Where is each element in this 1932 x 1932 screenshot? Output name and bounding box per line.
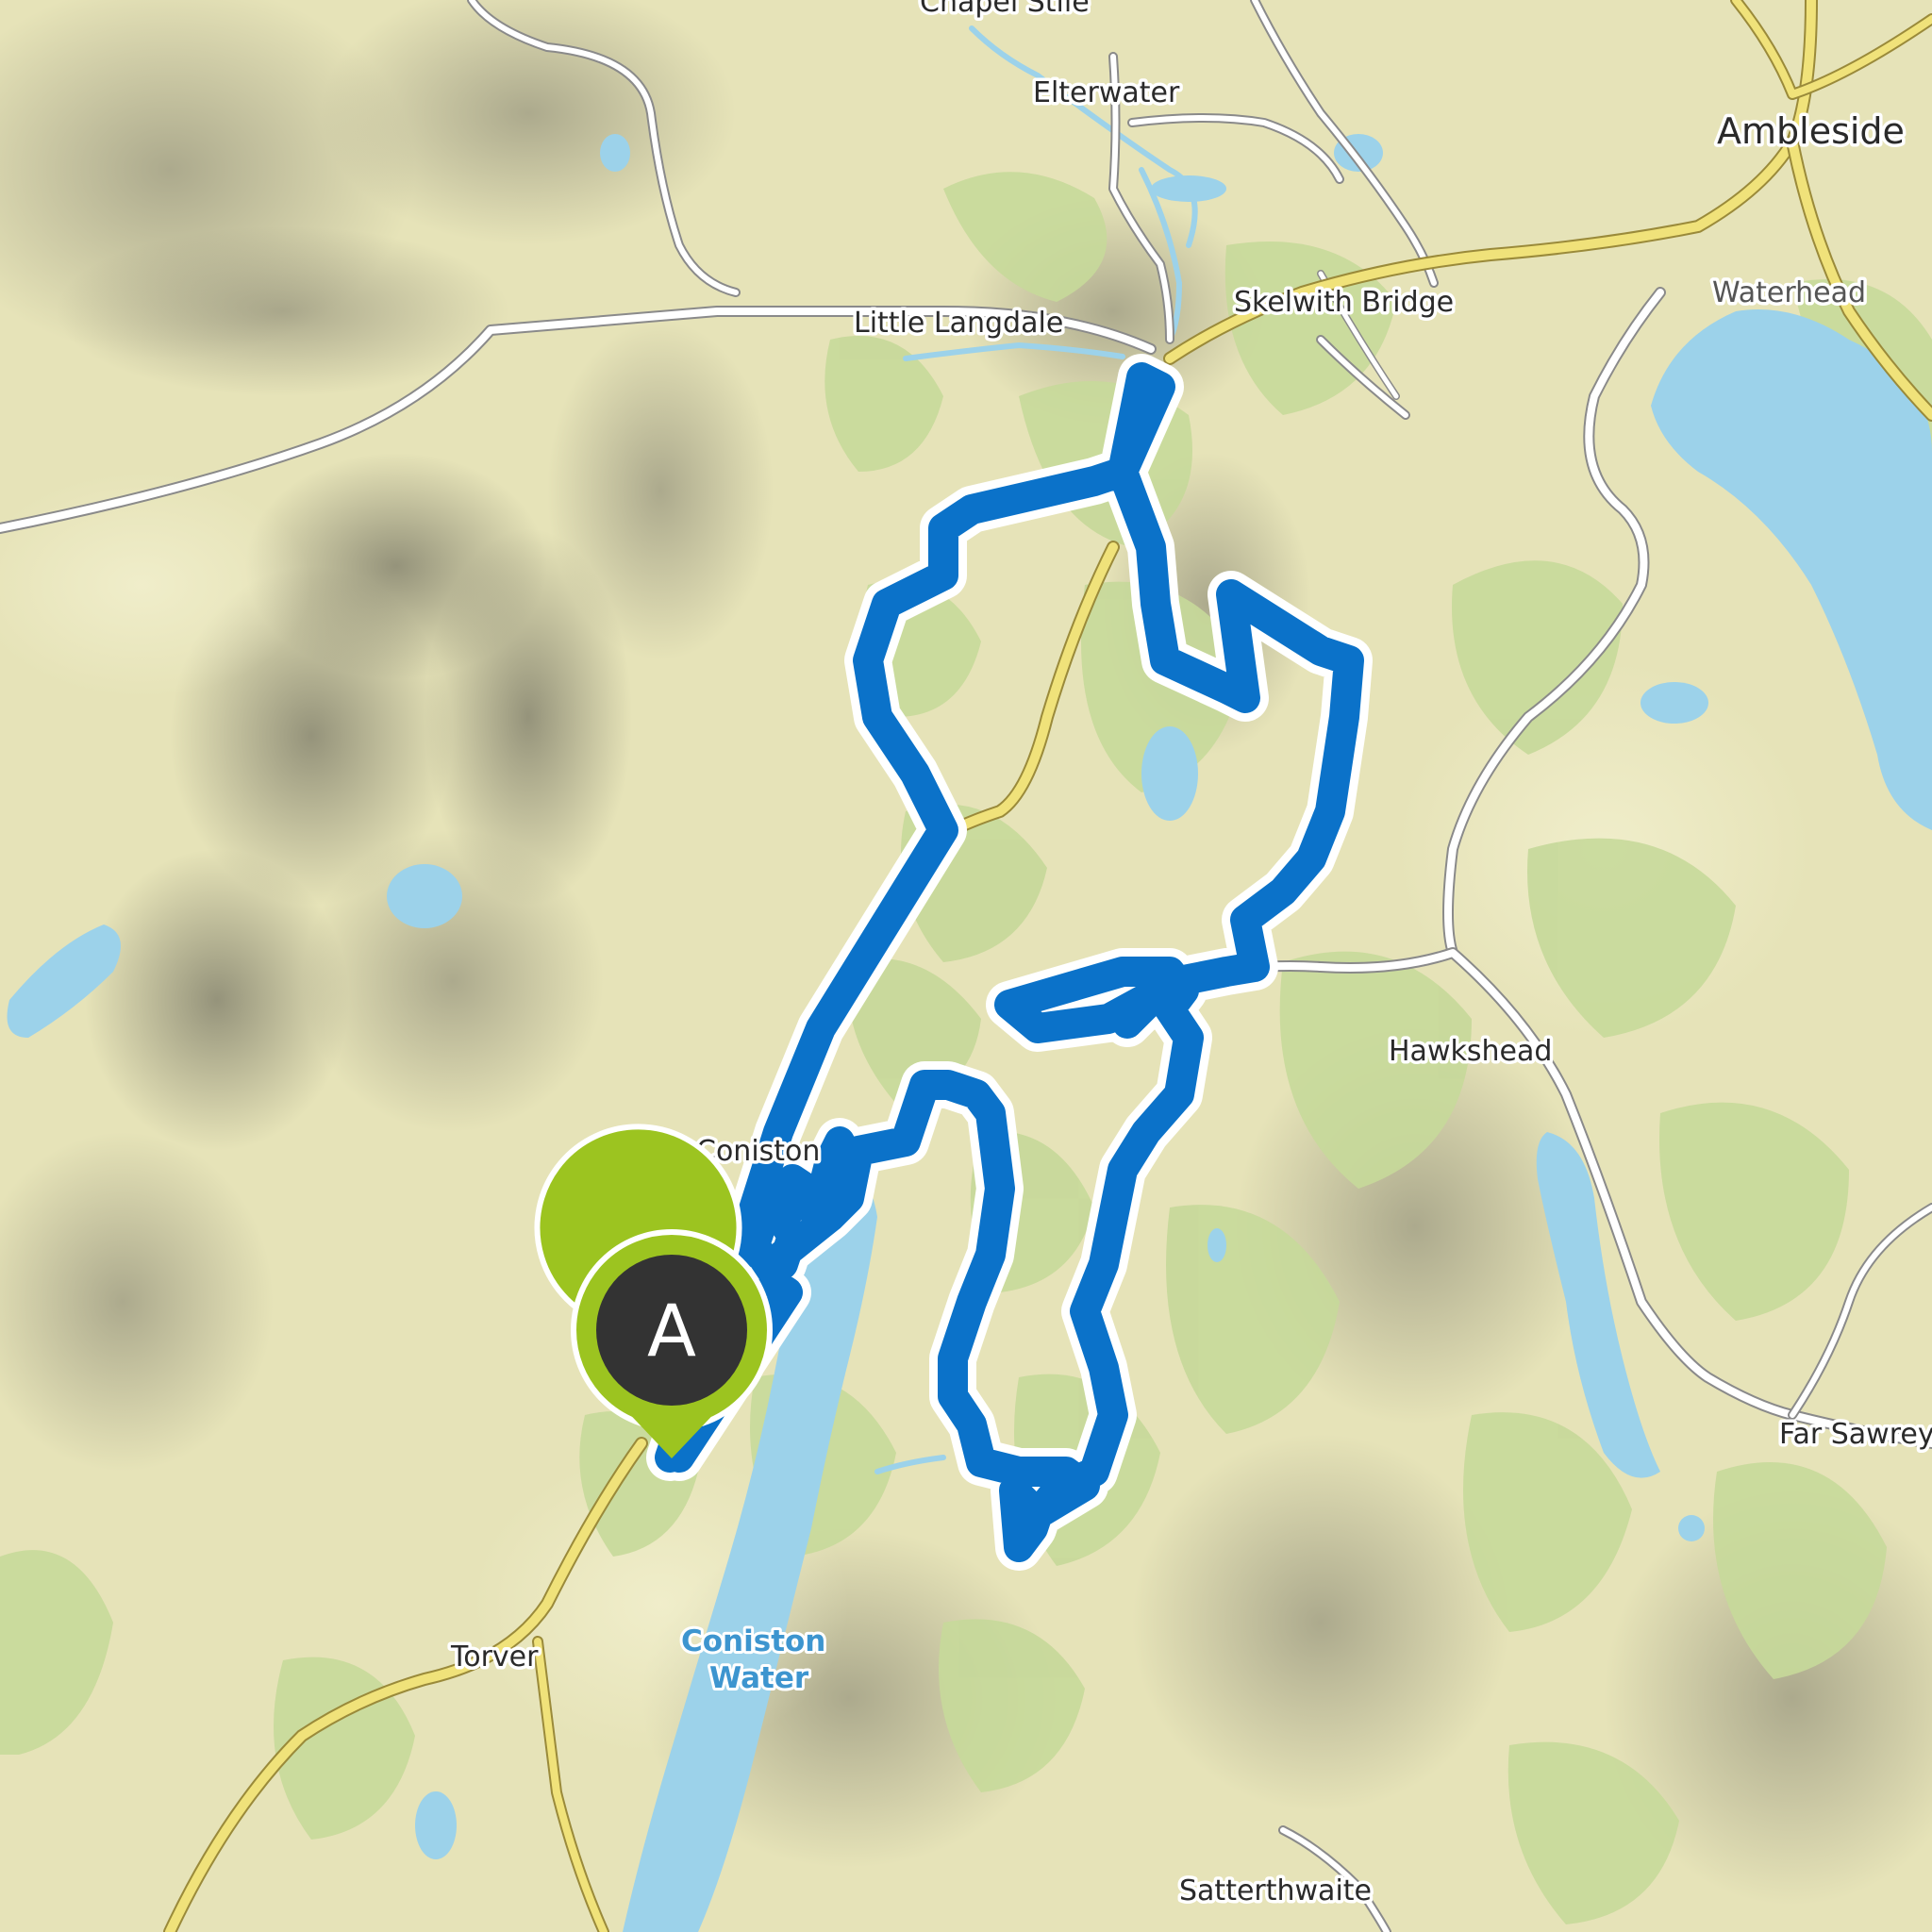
label-elterwater: Elterwater bbox=[1033, 76, 1180, 109]
label-coniston-water-line1: Coniston bbox=[681, 1624, 825, 1658]
label-ambleside: Ambleside bbox=[1717, 110, 1905, 152]
label-little-langdale: Little Langdale bbox=[854, 307, 1063, 340]
label-far-sawrey: Far Sawrey bbox=[1779, 1418, 1932, 1451]
label-hawkshead: Hawkshead bbox=[1389, 1035, 1552, 1068]
map-canvas[interactable]: Chapel Stile Elterwater Ambleside Waterh… bbox=[0, 0, 1932, 1932]
label-satterthwaite: Satterthwaite bbox=[1179, 1874, 1372, 1907]
map-view[interactable]: Chapel Stile Elterwater Ambleside Waterh… bbox=[0, 0, 1932, 1932]
label-waterhead: Waterhead bbox=[1712, 276, 1866, 309]
label-coniston-water-line2: Water bbox=[709, 1661, 809, 1695]
label-torver: Torver bbox=[450, 1641, 539, 1674]
marker-letter: A bbox=[647, 1289, 696, 1373]
tarn-hows bbox=[1141, 726, 1198, 821]
label-chapel-stile: Chapel Stile bbox=[920, 0, 1090, 19]
label-skelwith-bridge: Skelwith Bridge bbox=[1234, 286, 1454, 319]
